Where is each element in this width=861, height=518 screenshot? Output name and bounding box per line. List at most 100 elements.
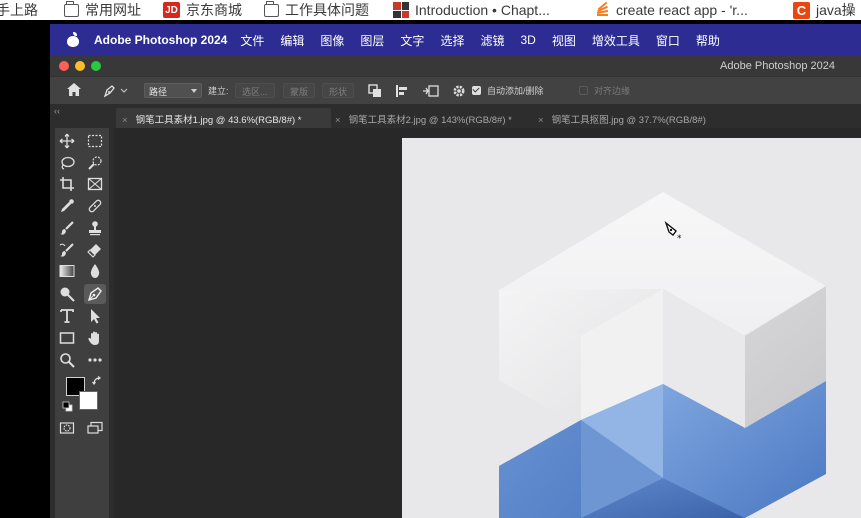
bookmark-item[interactable]: Introduction • Chapt... [393, 0, 550, 20]
align-edges-label: 对齐边缘 [594, 86, 631, 96]
screen-mode-icon[interactable] [84, 418, 106, 438]
stamp-icon[interactable] [84, 218, 106, 238]
quick-select-icon[interactable] [84, 153, 106, 173]
make-label: 建立: [208, 86, 229, 96]
healing-icon[interactable] [84, 196, 106, 216]
brush-icon[interactable] [56, 218, 78, 238]
window-title: Adobe Photoshop 2024 [720, 60, 835, 72]
eraser-icon[interactable] [84, 240, 106, 260]
svg-text:*: * [677, 234, 682, 243]
close-tab-icon[interactable]: × [538, 115, 544, 126]
home-icon[interactable] [66, 82, 82, 99]
auto-add-delete-checkbox[interactable] [472, 86, 481, 95]
tab-label: 钢笔工具素材2.jpg @ 143%(RGB/8#) * [348, 115, 512, 126]
menu-3d[interactable]: 3D [520, 33, 535, 47]
bookmark-label: 手上路 [0, 2, 38, 18]
stackoverflow-icon [595, 1, 610, 18]
frame-icon[interactable] [84, 174, 106, 194]
bookmark-item[interactable]: create react app - 'r... [595, 0, 748, 20]
tab-document-3[interactable]: × 钢笔工具抠图.jpg @ 37.7%(RGB/8#) [534, 108, 734, 128]
quick-mask-icon[interactable] [56, 418, 78, 438]
align-edges-checkbox[interactable] [579, 86, 588, 95]
pen-tool-preset-icon[interactable] [102, 83, 128, 100]
document-canvas[interactable]: * [402, 138, 861, 518]
make-shape-button[interactable]: 形状 [322, 83, 355, 98]
minimize-button[interactable] [75, 61, 85, 71]
menu-file[interactable]: 文件 [240, 32, 264, 49]
screen-border [0, 20, 50, 518]
close-button[interactable] [59, 61, 69, 71]
bookmark-item[interactable]: 工作具体问题 [264, 0, 369, 20]
zoom-button[interactable] [91, 61, 101, 71]
hand-icon[interactable] [84, 328, 106, 348]
auto-add-delete-label: 自动添加/删除 [487, 86, 544, 96]
folder-icon [264, 1, 279, 17]
path-select-icon[interactable] [84, 306, 106, 326]
close-tab-icon[interactable]: × [335, 115, 341, 126]
crop-icon[interactable] [56, 174, 78, 194]
bookmark-label: 常用网址 [85, 2, 141, 18]
folder-icon [64, 1, 79, 17]
tab-document-1[interactable]: × 钢笔工具素材1.jpg @ 43.6%(RGB/8#) * [116, 108, 331, 128]
app-menu[interactable]: Adobe Photoshop 2024 [94, 33, 227, 47]
more-icon[interactable] [84, 350, 106, 370]
rectangle-icon[interactable] [56, 328, 78, 348]
canvas-image [499, 192, 826, 518]
bookmark-item[interactable]: JD 京东商城 [163, 0, 242, 20]
menu-layer[interactable]: 图层 [360, 32, 384, 49]
bookmark-item[interactable]: 常用网址 [64, 0, 141, 20]
apple-icon[interactable] [66, 32, 80, 48]
bookmark-label: 京东商城 [186, 2, 242, 18]
path-alignment-icon[interactable] [395, 84, 409, 100]
gradient-icon[interactable] [56, 261, 78, 281]
background-color-swatch[interactable] [79, 391, 98, 410]
pen-cursor-icon: * [664, 221, 682, 243]
bookmark-label: Introduction • Chapt... [415, 2, 550, 18]
marquee-icon[interactable] [84, 131, 106, 151]
close-tab-icon[interactable]: × [122, 115, 128, 126]
collapse-handle-icon[interactable]: ‹‹ [54, 106, 60, 116]
make-mask-button[interactable]: 蒙版 [283, 83, 316, 98]
menu-filter[interactable]: 滤镜 [480, 32, 504, 49]
jd-logo-icon: JD [163, 2, 180, 18]
bookmark-label: java操 [816, 2, 856, 18]
tab-label: 钢笔工具抠图.jpg @ 37.7%(RGB/8#) [551, 115, 706, 126]
window-titlebar: Adobe Photoshop 2024 [50, 56, 861, 76]
gear-icon[interactable] [452, 84, 466, 100]
swap-colors-icon[interactable] [92, 376, 102, 386]
window-controls [59, 61, 101, 71]
menu-help[interactable]: 帮助 [696, 32, 720, 49]
options-bar: 路径 建立: 选区... 蒙版 形状 自动添加/删除 对齐边缘 [50, 76, 861, 104]
tab-document-2[interactable]: × 钢笔工具素材2.jpg @ 143%(RGB/8#) * [331, 108, 531, 128]
menu-image[interactable]: 图像 [320, 32, 344, 49]
lasso-icon[interactable] [56, 153, 78, 173]
history-brush-icon[interactable] [56, 240, 78, 260]
tab-label: 钢笔工具素材1.jpg @ 43.6%(RGB/8#) * [135, 115, 302, 126]
c-logo-icon: C [793, 1, 810, 19]
path-operations-icon[interactable] [368, 84, 382, 100]
bookmark-label: create react app - 'r... [616, 2, 748, 18]
dodge-icon[interactable] [56, 284, 78, 304]
blur-icon[interactable] [84, 261, 106, 281]
bookmark-item[interactable]: 手上路 [0, 0, 38, 20]
menu-select[interactable]: 选择 [440, 32, 464, 49]
grid-logo-icon [393, 2, 409, 18]
bookmark-label: 工作具体问题 [285, 2, 369, 18]
menu-plugins[interactable]: 增效工具 [592, 32, 640, 49]
bookmark-item[interactable]: C java操 [793, 0, 856, 20]
bookmarks-bar: 手上路 常用网址 JD 京东商城 工作具体问题 Introduction • C… [0, 0, 861, 20]
menu-bar: Adobe Photoshop 2024 文件 编辑 图像 图层 文字 选择 滤… [50, 24, 861, 56]
pen-icon[interactable] [84, 284, 106, 304]
tool-mode-select[interactable]: 路径 [144, 83, 202, 98]
move-icon[interactable] [56, 131, 78, 151]
menu-window[interactable]: 窗口 [656, 32, 680, 49]
path-arrangement-icon[interactable] [422, 83, 440, 101]
menu-edit[interactable]: 编辑 [280, 32, 304, 49]
type-icon[interactable] [56, 306, 78, 326]
default-colors-icon[interactable] [62, 401, 73, 412]
eyedropper-icon[interactable] [56, 196, 78, 216]
zoom-icon[interactable] [56, 350, 78, 370]
menu-type[interactable]: 文字 [400, 32, 424, 49]
make-selection-button[interactable]: 选区... [235, 83, 275, 98]
menu-view[interactable]: 视图 [552, 32, 576, 49]
